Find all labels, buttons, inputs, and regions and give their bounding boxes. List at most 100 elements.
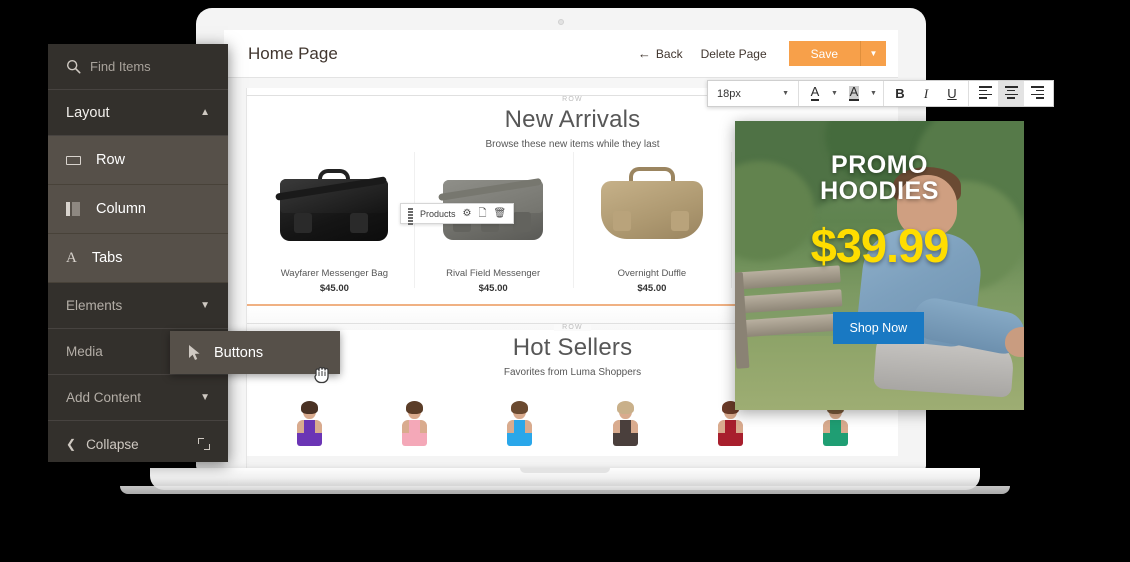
sidebar-group-label: Elements — [66, 298, 123, 313]
collapse-label: Collapse — [86, 436, 139, 452]
webcam-icon — [558, 19, 564, 25]
align-center-icon[interactable] — [998, 81, 1024, 106]
widget-label: Products — [420, 208, 456, 219]
font-color-caret-icon[interactable]: ▼ — [828, 81, 841, 106]
column-icon — [66, 202, 81, 216]
promo-banner[interactable]: PROMO HOODIES $39.99 Shop Now — [735, 121, 1024, 410]
align-group — [969, 81, 1053, 106]
app-header: Home Page ← Back Delete Page Save ▼ — [224, 30, 898, 78]
sidebar-item-label: Column — [96, 201, 146, 217]
search-input[interactable]: Find Items — [48, 44, 228, 90]
expand-icon[interactable] — [198, 438, 210, 450]
font-size-group: 18px ▼ — [708, 81, 799, 106]
product-name: Rival Field Messenger — [446, 268, 541, 279]
save-dropdown-caret-icon[interactable]: ▼ — [860, 41, 886, 66]
product-price: $45.00 — [319, 283, 349, 294]
font-color-icon[interactable]: A — [802, 81, 828, 106]
model-top — [717, 420, 743, 446]
highlight-color-caret-icon[interactable]: ▼ — [867, 81, 880, 106]
product-name: Overnight Duffle — [617, 268, 687, 279]
product-name: Wayfarer Messenger Bag — [280, 268, 389, 279]
font-size-select[interactable]: 18px ▼ — [711, 81, 795, 106]
promo-line-1: PROMO — [831, 151, 928, 179]
font-size-value: 18px — [717, 87, 741, 100]
sidebar-item-column[interactable]: Column — [48, 185, 228, 234]
product-price: $45.00 — [478, 283, 508, 294]
model-cell[interactable] — [467, 388, 572, 446]
drag-grip-icon[interactable] — [408, 208, 413, 225]
model-top — [402, 420, 428, 446]
copy-icon[interactable]: 🗋 — [479, 208, 487, 219]
sidebar-group-elements[interactable]: Elements ▼ — [48, 283, 228, 329]
underline-button[interactable]: U — [939, 81, 965, 106]
arrow-left-icon: ← — [637, 46, 651, 61]
highlight-color-icon[interactable]: A — [841, 81, 867, 106]
product-cell[interactable]: Wayfarer Messenger Bag $45.00 — [255, 156, 414, 294]
delete-page-button[interactable]: Delete Page — [701, 47, 767, 61]
color-group: A ▼ A ▼ — [799, 81, 884, 106]
promo-text-block: PROMO HOODIES $39.99 — [735, 151, 1024, 272]
save-button[interactable]: Save — [788, 41, 860, 66]
sidebar-group-label: Layout — [66, 104, 110, 121]
sidebar-group-layout[interactable]: Layout ▲ — [48, 90, 228, 136]
header-actions: ← Back Delete Page Save ▼ — [638, 41, 886, 66]
sidebar-item-tabs[interactable]: A Tabs — [48, 234, 228, 283]
search-placeholder: Find Items — [90, 59, 151, 74]
product-cell[interactable]: Overnight Duffle $45.00 — [572, 152, 732, 294]
chevron-down-icon: ▼ — [200, 300, 210, 311]
align-left-icon[interactable] — [972, 81, 998, 106]
model-top — [822, 420, 848, 446]
delete-page-label: Delete Page — [700, 46, 767, 61]
shop-now-button[interactable]: Shop Now — [832, 312, 925, 344]
sidebar-group-label: Add Content — [66, 390, 142, 405]
row-label: ROW — [554, 324, 591, 331]
model-cell[interactable] — [362, 388, 467, 446]
bold-button[interactable]: B — [887, 81, 913, 106]
chevron-down-icon: ▼ — [782, 90, 789, 97]
back-button[interactable]: ← Back — [638, 46, 683, 61]
pointer-arrow-icon — [189, 345, 200, 360]
italic-button[interactable]: I — [913, 81, 939, 106]
row-label: ROW — [554, 96, 591, 103]
model-top — [507, 420, 533, 446]
model-head — [301, 401, 319, 419]
model-head — [406, 401, 424, 419]
model-head — [511, 401, 529, 419]
save-button-group: Save ▼ — [788, 41, 886, 66]
sidebar-item-label: Row — [96, 152, 126, 168]
text-A-icon: A — [66, 249, 77, 266]
model-cell[interactable] — [257, 388, 362, 446]
laptop-foot — [120, 486, 1010, 494]
chevron-down-icon: ▼ — [200, 392, 210, 403]
model-top — [297, 420, 323, 446]
back-label: Back — [655, 46, 683, 61]
model-cell[interactable] — [573, 388, 678, 446]
model-head — [616, 401, 634, 419]
builder-sidebar: Find Items Layout ▲ Row Column A Tabs El… — [48, 44, 228, 462]
sidebar-item-row[interactable]: Row — [48, 136, 228, 185]
trash-icon[interactable]: 🗑 — [494, 208, 507, 219]
collapse-button[interactable]: ❮ Collapse — [48, 421, 228, 467]
model-top — [612, 420, 638, 446]
product-image — [255, 156, 414, 264]
page-title: Home Page — [248, 43, 338, 63]
sidebar-flyout-buttons[interactable]: Buttons — [170, 331, 340, 374]
sidebar-item-label: Tabs — [91, 250, 123, 266]
chevron-up-icon: ▲ — [200, 107, 210, 118]
products-widget-toolbar[interactable]: Products ⚙ 🗋 🗑 — [400, 203, 515, 225]
text-format-toolbar: 18px ▼ A ▼ A ▼ B I U — [707, 80, 1054, 107]
promo-line-2: HOODIES — [820, 176, 939, 205]
promo-price: $39.99 — [810, 219, 950, 272]
search-icon — [66, 59, 81, 74]
product-cell[interactable]: Rival Field Messenger $45.00 — [413, 152, 573, 294]
product-image — [573, 156, 732, 264]
align-right-icon[interactable] — [1024, 81, 1050, 106]
row-icon — [66, 155, 81, 165]
style-group: B I U — [884, 81, 969, 106]
product-price: $45.00 — [637, 283, 667, 294]
chevron-left-icon: ❮ — [66, 437, 77, 451]
screenshot-stage: Home Page ← Back Delete Page Save ▼ ROW … — [0, 0, 1130, 562]
gear-icon[interactable]: ⚙ — [463, 208, 472, 219]
sidebar-group-add-content[interactable]: Add Content ▼ — [48, 375, 228, 421]
flyout-label: Buttons — [214, 344, 264, 361]
